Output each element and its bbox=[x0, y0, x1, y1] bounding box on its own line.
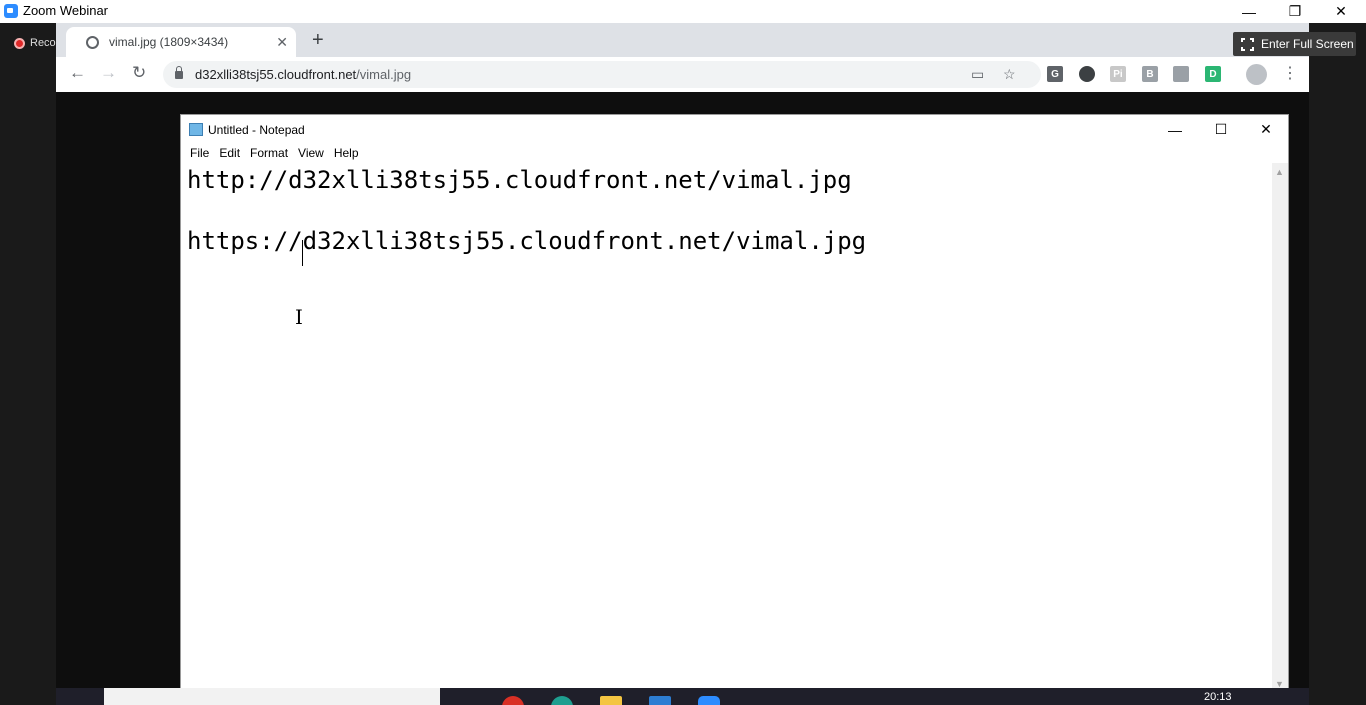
notepad-menubar: File Edit Format View Help bbox=[181, 144, 1288, 163]
profile-avatar[interactable] bbox=[1246, 64, 1267, 85]
menu-view[interactable]: View bbox=[293, 144, 329, 163]
bookmark-star-icon[interactable]: ☆ bbox=[1003, 66, 1016, 83]
back-icon[interactable]: ← bbox=[69, 63, 86, 83]
taskbar-search-box[interactable] bbox=[104, 688, 440, 705]
extension-circle-icon[interactable] bbox=[1079, 66, 1095, 82]
address-bar[interactable]: d32xlli38tsj55.cloudfront.net /vimal.jpg… bbox=[163, 61, 1041, 88]
notepad-window: Untitled - Notepad — ☐ ✕ File Edit Forma… bbox=[180, 114, 1289, 691]
fullscreen-icon bbox=[1240, 36, 1255, 52]
forward-icon[interactable]: → bbox=[100, 63, 117, 83]
zoom-restore-button[interactable]: ❐ bbox=[1272, 0, 1318, 23]
text-line-1: http://d32xlli38tsj55.cloudfront.net/vim… bbox=[187, 166, 852, 194]
browser-window: vimal.jpg (1809×3434) ✕ + ← → ↻ d32xlli3… bbox=[56, 23, 1309, 92]
browser-menu-icon[interactable]: ⋮ bbox=[1282, 63, 1298, 83]
notepad-maximize-button[interactable]: ☐ bbox=[1198, 115, 1244, 144]
tab-close-icon[interactable]: ✕ bbox=[276, 34, 288, 51]
menu-format[interactable]: Format bbox=[245, 144, 293, 163]
chrome-taskbar-icon[interactable] bbox=[502, 696, 524, 705]
notepad-scrollbar[interactable]: ▲ ▼ bbox=[1272, 163, 1288, 691]
menu-help[interactable]: Help bbox=[329, 144, 364, 163]
globe-icon bbox=[86, 35, 99, 49]
notepad-close-button[interactable]: ✕ bbox=[1243, 115, 1289, 144]
zoom-window-title: Zoom Webinar bbox=[23, 3, 109, 18]
cast-icon[interactable]: ▭ bbox=[971, 66, 984, 83]
text-line-2: https://d32xlli38tsj55.cloudfront.net/vi… bbox=[187, 227, 867, 255]
notepad-title: Untitled - Notepad bbox=[208, 122, 305, 137]
extension-b-icon[interactable]: B bbox=[1142, 66, 1158, 82]
lock-icon bbox=[175, 65, 183, 79]
zoom-minimize-button[interactable]: — bbox=[1226, 0, 1272, 23]
notepad-minimize-button[interactable]: — bbox=[1152, 115, 1198, 144]
extension-d-icon[interactable]: D bbox=[1205, 66, 1221, 82]
app-taskbar-icon[interactable] bbox=[551, 696, 573, 705]
notepad-icon bbox=[189, 123, 203, 136]
new-tab-button[interactable]: + bbox=[312, 29, 324, 52]
browser-toolbar: ← → ↻ d32xlli38tsj55.cloudfront.net /vim… bbox=[56, 57, 1309, 92]
text-caret bbox=[302, 240, 303, 266]
reload-icon[interactable]: ↻ bbox=[132, 63, 146, 83]
file-explorer-taskbar-icon[interactable] bbox=[600, 696, 622, 705]
scroll-up-icon[interactable]: ▲ bbox=[1275, 167, 1284, 177]
menu-file[interactable]: File bbox=[185, 144, 214, 163]
tab-title: vimal.jpg (1809×3434) bbox=[109, 35, 229, 49]
recording-label: Reco bbox=[30, 37, 56, 49]
taskbar-clock[interactable]: 20:13 bbox=[1204, 691, 1232, 703]
app2-taskbar-icon[interactable] bbox=[649, 696, 671, 705]
enter-full-screen-button[interactable]: Enter Full Screen bbox=[1233, 32, 1356, 56]
record-icon bbox=[14, 37, 25, 49]
zoom-titlebar: Zoom Webinar — ❐ ✕ bbox=[0, 0, 1366, 23]
browser-tab[interactable]: vimal.jpg (1809×3434) ✕ bbox=[66, 27, 296, 57]
url-path: /vimal.jpg bbox=[356, 67, 412, 82]
recording-indicator[interactable]: Reco bbox=[14, 37, 56, 49]
fullscreen-label: Enter Full Screen bbox=[1261, 37, 1354, 51]
extension-edit-icon[interactable] bbox=[1173, 66, 1189, 82]
zoom-close-button[interactable]: ✕ bbox=[1318, 0, 1364, 23]
windows-taskbar: 20:13 bbox=[56, 688, 1309, 705]
notepad-titlebar: Untitled - Notepad — ☐ ✕ bbox=[181, 115, 1288, 144]
notepad-text-area[interactable]: http://d32xlli38tsj55.cloudfront.net/vim… bbox=[181, 163, 1273, 691]
extension-g-icon[interactable]: G bbox=[1047, 66, 1063, 82]
extension-pi-icon[interactable]: Pi bbox=[1110, 66, 1126, 82]
zoom-logo-icon bbox=[4, 4, 18, 18]
url-host: d32xlli38tsj55.cloudfront.net bbox=[195, 67, 357, 82]
ibeam-cursor-icon: I bbox=[295, 305, 303, 329]
zoom-taskbar-icon[interactable] bbox=[698, 696, 720, 705]
menu-edit[interactable]: Edit bbox=[214, 144, 245, 163]
